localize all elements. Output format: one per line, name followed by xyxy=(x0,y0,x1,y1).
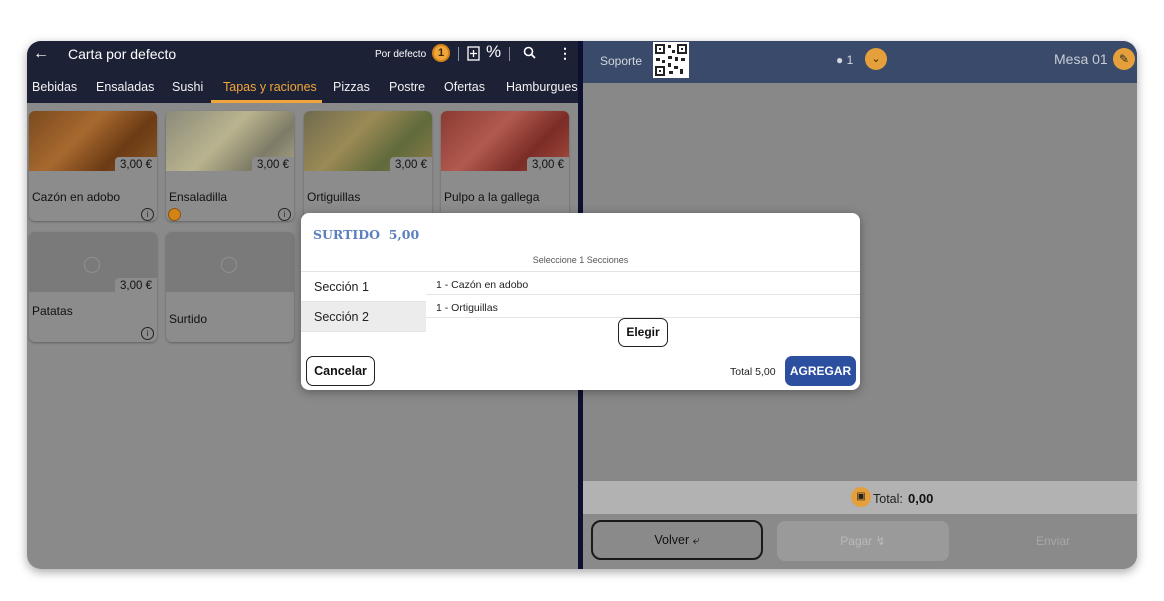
product-name: Ensaladilla xyxy=(169,190,228,204)
no-camera-icon: ◯ xyxy=(220,256,238,273)
product-image-placeholder: ◯ xyxy=(166,232,294,292)
dialog-title-name: SURTIDO xyxy=(313,227,380,242)
divider xyxy=(426,294,860,295)
total-value: 0,00 xyxy=(908,491,934,506)
order-total-bar: ▣ Total: 0,00 xyxy=(583,481,1137,514)
edit-pencil-icon[interactable]: ✎ xyxy=(1113,48,1135,70)
info-icon[interactable]: i xyxy=(141,208,154,221)
product-card[interactable]: 3,00 € Cazón en adobo i xyxy=(29,111,157,221)
product-card[interactable]: 3,00 € Ensaladilla i xyxy=(166,111,294,221)
dialog-title-price: 5,00 xyxy=(388,227,420,242)
cancel-button[interactable]: Cancelar xyxy=(306,356,375,386)
product-card[interactable]: 3,00 € Pulpo a la gallega xyxy=(441,111,569,221)
add-button[interactable]: AGREGAR xyxy=(785,356,856,386)
allergen-icon xyxy=(168,208,181,221)
more-menu-icon[interactable]: ⋮ xyxy=(558,45,572,62)
tab-tapas-y-raciones[interactable]: Tapas y raciones xyxy=(223,80,317,94)
action-bar: Volver ⤶ Pagar ↯ Enviar xyxy=(583,514,1137,569)
choose-button[interactable]: Elegir xyxy=(618,318,668,347)
info-icon[interactable]: i xyxy=(278,208,291,221)
product-price: 3,00 € xyxy=(527,157,569,173)
back-button[interactable]: Volver ⤶ xyxy=(591,520,763,560)
tab-hamburguesa[interactable]: Hamburguesa xyxy=(506,80,585,94)
divider xyxy=(301,331,426,332)
guests-count[interactable]: ● 1 xyxy=(836,53,853,67)
guests-number: 1 xyxy=(846,53,854,67)
combo-selection-dialog: SURTIDO 5,00 Seleccione 1 Secciones Secc… xyxy=(301,213,860,390)
menu-title: Carta por defecto xyxy=(68,46,177,62)
person-icon: ● xyxy=(836,53,844,67)
product-card[interactable]: 3,00 € Ortiguillas xyxy=(304,111,432,221)
product-name: Ortiguillas xyxy=(307,190,361,204)
product-price: 3,00 € xyxy=(115,157,157,173)
discount-percent-icon[interactable]: % xyxy=(486,42,501,62)
active-tab-indicator xyxy=(211,100,322,103)
total-label: Total: xyxy=(873,492,903,506)
dialog-subtitle: Seleccione 1 Secciones xyxy=(532,255,629,265)
no-camera-icon: ◯ xyxy=(83,256,101,273)
product-card[interactable]: ◯ 3,00 € Patatas i xyxy=(29,232,157,342)
chevron-down-icon[interactable]: ⌄ xyxy=(865,48,887,70)
divider xyxy=(458,47,459,61)
cash-icon: ▣ xyxy=(851,487,871,507)
support-link[interactable]: Soporte xyxy=(600,54,642,68)
product-name: Cazón en adobo xyxy=(32,190,121,204)
pay-button-label: Pagar xyxy=(840,534,873,548)
menu-header: ← Carta por defecto Por defecto 1 % ⋮ Be… xyxy=(27,41,585,103)
tab-ensaladas[interactable]: Ensaladas xyxy=(96,80,154,94)
product-price: 3,00 € xyxy=(115,278,157,294)
qr-code-icon[interactable] xyxy=(653,42,689,78)
product-price: 3,00 € xyxy=(252,157,294,173)
menu-mode-label[interactable]: Por defecto xyxy=(375,49,426,60)
dialog-title: SURTIDO 5,00 xyxy=(313,227,419,242)
product-card[interactable]: ◯ Surtido xyxy=(166,232,294,342)
tab-ofertas[interactable]: Ofertas xyxy=(444,80,485,94)
product-price: 3,00 € xyxy=(390,157,432,173)
product-name: Patatas xyxy=(32,304,73,318)
pay-button[interactable]: Pagar ↯ xyxy=(777,521,949,561)
dialog-total: Total 5,00 xyxy=(730,366,776,378)
option-item[interactable]: 1 - Ortiguillas xyxy=(436,302,498,314)
add-product-icon[interactable] xyxy=(467,46,480,64)
info-icon[interactable]: i xyxy=(141,327,154,340)
send-button[interactable]: Enviar xyxy=(1003,521,1103,561)
tab-sushi[interactable]: Sushi xyxy=(172,80,203,94)
counter-badge[interactable]: 1 xyxy=(432,44,450,62)
section-item-1[interactable]: Sección 1 xyxy=(301,272,426,302)
product-name: Surtido xyxy=(169,312,208,326)
order-header: Soporte ● 1 ⌄ Mesa 01 ✎ xyxy=(583,41,1137,83)
tab-pizzas[interactable]: Pizzas xyxy=(333,80,370,94)
reply-arrow-icon: ⤶ xyxy=(692,533,700,547)
search-icon[interactable] xyxy=(523,46,536,63)
divider xyxy=(509,47,510,61)
table-label: Mesa 01 xyxy=(1054,51,1108,67)
back-arrow-icon[interactable]: ← xyxy=(33,45,49,63)
tab-bebidas[interactable]: Bebidas xyxy=(32,80,77,94)
tab-postre[interactable]: Postre xyxy=(389,80,425,94)
option-item[interactable]: 1 - Cazón en adobo xyxy=(436,279,528,291)
section-item-2[interactable]: Sección 2 xyxy=(301,302,426,332)
product-name: Pulpo a la gallega xyxy=(444,190,540,204)
back-button-label: Volver xyxy=(654,533,690,547)
category-tabs: Bebidas Ensaladas Sushi Tapas y raciones… xyxy=(27,69,585,103)
payment-icon: ↯ xyxy=(875,534,886,548)
